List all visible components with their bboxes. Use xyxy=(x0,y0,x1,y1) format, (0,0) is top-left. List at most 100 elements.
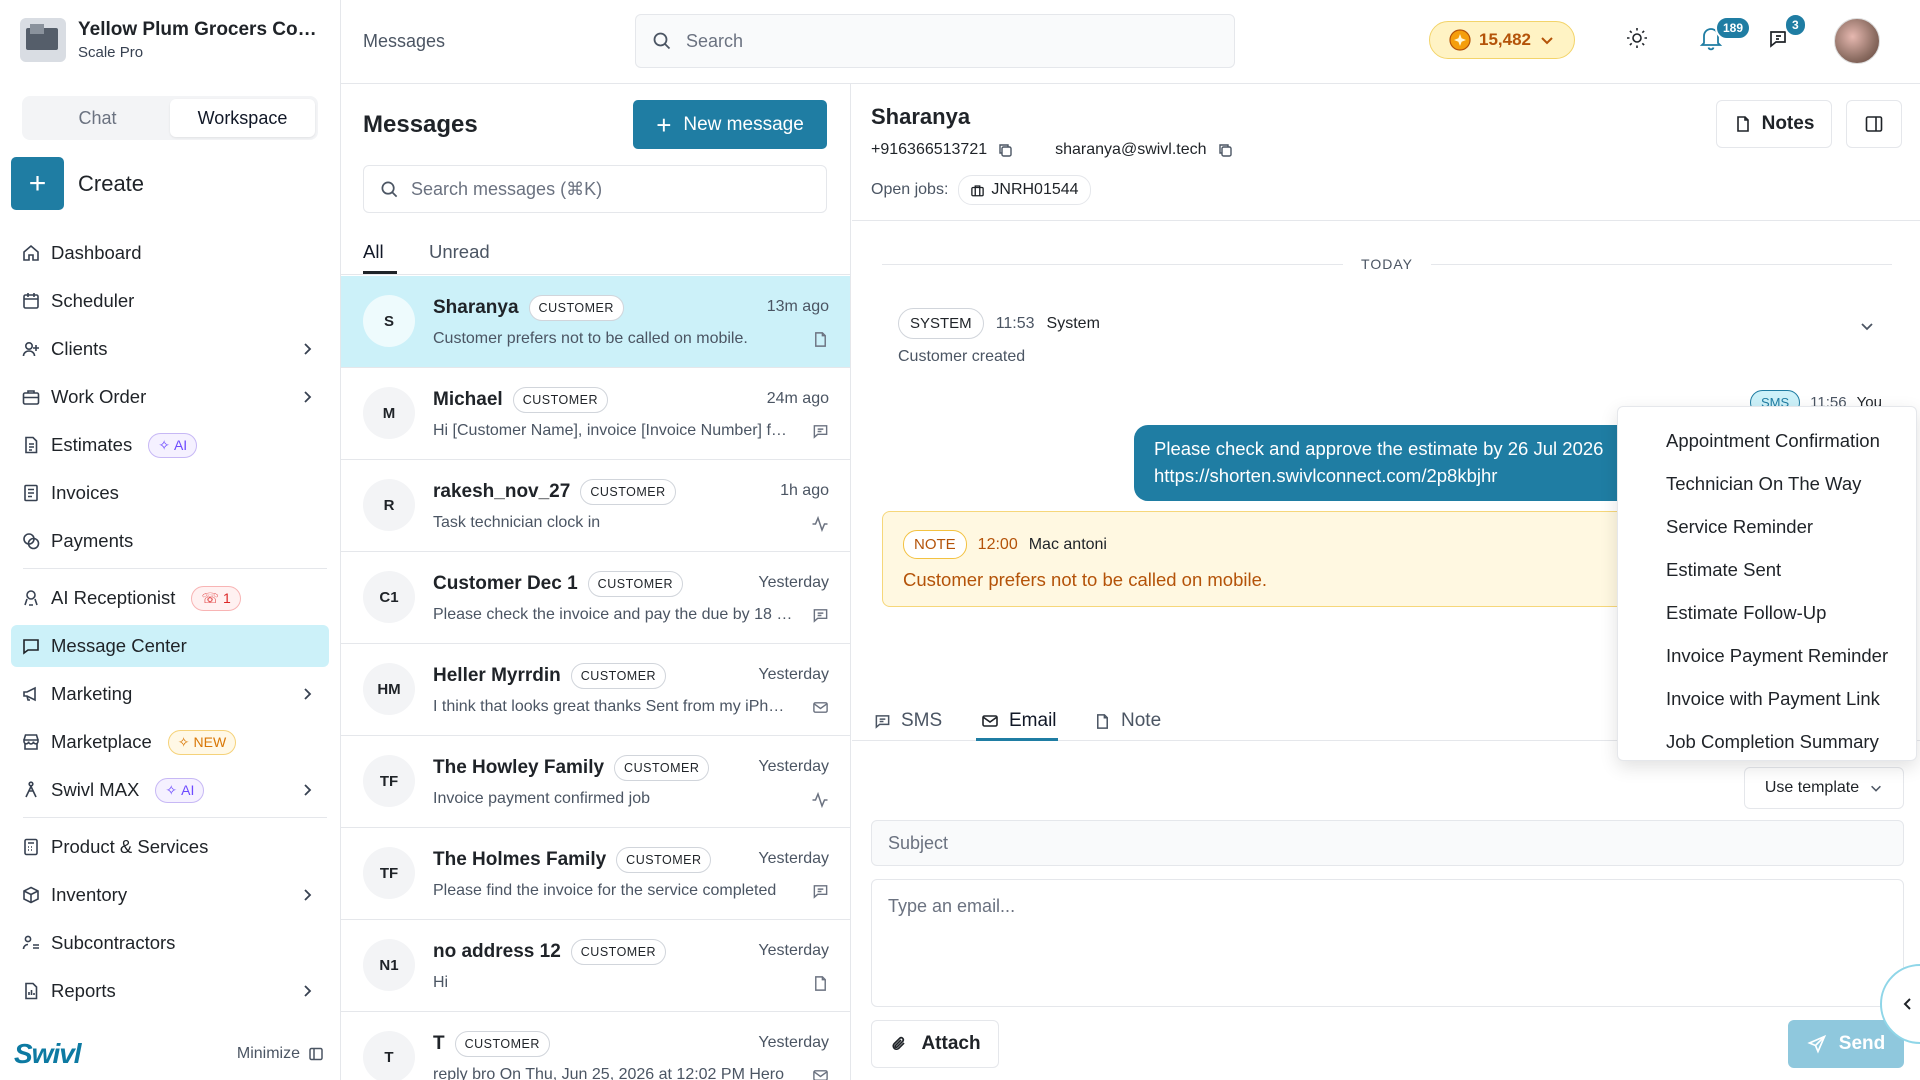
create-button[interactable]: + Create xyxy=(11,157,144,210)
job-id: JNRH01544 xyxy=(991,181,1079,198)
template-menu-item[interactable]: Service Reminder xyxy=(1618,505,1916,548)
sidebar-item-reports[interactable]: Reports xyxy=(11,970,329,1012)
sidebar-item-scheduler[interactable]: Scheduler xyxy=(11,280,329,322)
tab-email[interactable]: Email xyxy=(981,710,1057,732)
notes-button[interactable]: Notes xyxy=(1716,100,1832,148)
tab-sms[interactable]: SMS xyxy=(874,710,942,732)
message-time: Yesterday xyxy=(758,758,829,775)
sidebar-item-label: Reports xyxy=(51,980,116,1001)
conversation-list: S Sharanya CUSTOMER 13m ago Customer prefers… xyxy=(341,276,850,1080)
sidebar-item-message-center[interactable]: Message Center xyxy=(11,625,329,667)
mode-tab-chat[interactable]: Chat xyxy=(25,99,170,137)
sidebar-item-clients[interactable]: Clients xyxy=(11,328,329,370)
tab-note[interactable]: Note xyxy=(1094,710,1161,732)
contact-name: T xyxy=(433,1033,445,1054)
contact-name-line: rakesh_nov_27 CUSTOMER xyxy=(433,479,676,505)
global-search-input[interactable]: Search xyxy=(635,14,1235,68)
job-chip[interactable]: JNRH01544 xyxy=(958,175,1091,205)
copy-icon[interactable] xyxy=(1217,142,1233,158)
customer-tag: CUSTOMER xyxy=(570,663,667,689)
new-message-button[interactable]: + New message xyxy=(633,100,827,149)
open-jobs: Open jobs: JNRH01544 xyxy=(871,175,1091,205)
message-preview: I think that looks great thanks Sent fro… xyxy=(433,698,793,715)
activity-icon xyxy=(811,791,829,809)
file-icon xyxy=(1094,713,1111,730)
sidebar-item-swivl-max[interactable]: Swivl MAX ✧ AI xyxy=(11,769,329,811)
mode-tab-workspace[interactable]: Workspace xyxy=(170,99,315,137)
sidebar-item-payments[interactable]: Payments xyxy=(11,520,329,562)
use-template-dropdown[interactable]: Use template xyxy=(1744,767,1904,809)
contact-name-line: Michael CUSTOMER xyxy=(433,387,609,413)
megaphone-icon xyxy=(21,684,41,704)
tab-label: SMS xyxy=(901,710,943,731)
notifications-count: 189 xyxy=(1715,16,1752,40)
conversation-row[interactable]: TF The Howley Family CUSTOMER Yesterday Invo… xyxy=(341,736,850,828)
copy-icon[interactable] xyxy=(997,142,1013,158)
system-chip: SYSTEM xyxy=(898,308,984,339)
store-icon xyxy=(21,732,41,752)
template-menu-item[interactable]: Invoice with Payment Link xyxy=(1618,677,1916,720)
theme-toggle-sun-icon[interactable] xyxy=(1625,26,1649,50)
tab-unread[interactable]: Unread xyxy=(429,241,490,263)
message-preview: Hi [Customer Name], invoice [Invoice Num… xyxy=(433,422,793,439)
briefcase-icon xyxy=(970,183,985,198)
sidebar-item-work-order[interactable]: Work Order xyxy=(11,376,329,418)
coins-balance-button[interactable]: 15,482 xyxy=(1429,21,1575,59)
message-time: Yesterday xyxy=(758,1034,829,1051)
message-time: Yesterday xyxy=(758,850,829,867)
mail-icon xyxy=(981,712,999,730)
attach-button[interactable]: Attach xyxy=(871,1020,999,1068)
sidebar-item-subcontractors[interactable]: Subcontractors xyxy=(11,922,329,964)
contact-name: no address 12 xyxy=(433,941,561,962)
conversation-row[interactable]: TF The Holmes Family CUSTOMER Yesterday Plea… xyxy=(341,828,850,920)
coin-icon xyxy=(1449,29,1471,51)
conversation-row[interactable]: S Sharanya CUSTOMER 13m ago Customer prefers… xyxy=(341,276,850,368)
sidebar-item-marketing[interactable]: Marketing xyxy=(11,673,329,715)
toggle-side-panel-button[interactable] xyxy=(1846,100,1902,148)
minimize-button[interactable]: Minimize xyxy=(237,1045,324,1063)
system-event-text: Customer created xyxy=(898,348,1026,365)
conversation-row[interactable]: N1 no address 12 CUSTOMER Yesterday Hi xyxy=(341,920,850,1012)
divider xyxy=(23,817,327,818)
contact-avatar: N1 xyxy=(363,939,415,991)
template-menu-item[interactable]: Appointment Confirmation xyxy=(1618,419,1916,462)
sidebar-item-dashboard[interactable]: Dashboard xyxy=(11,232,329,274)
tab-label: Note xyxy=(1121,710,1162,731)
org-switcher[interactable]: Yellow Plum Grocers Com... Scale Pro xyxy=(20,18,328,62)
customer-tag: CUSTOMER xyxy=(528,295,624,321)
message-search-input[interactable]: Search messages (⌘K) xyxy=(363,165,827,213)
conversation-row[interactable]: T T CUSTOMER Yesterday reply bro On Thu, Jun… xyxy=(341,1012,850,1080)
template-menu-item[interactable]: Invoice Payment Reminder xyxy=(1618,634,1916,677)
template-menu-item[interactable]: Estimate Sent xyxy=(1618,548,1916,591)
email-body-textarea[interactable]: Type an email... xyxy=(871,879,1904,1007)
tab-all[interactable]: All xyxy=(363,241,384,263)
conversation-row[interactable]: M Michael CUSTOMER 24m ago Hi [Customer Name… xyxy=(341,368,850,460)
conversation-row[interactable]: C1 Customer Dec 1 CUSTOMER Yesterday Please … xyxy=(341,552,850,644)
template-menu-item[interactable]: Job Completion Summary xyxy=(1618,720,1916,763)
conversation-row[interactable]: Rrakesh_nov_27 CUSTOMER 1h ago Task technic… xyxy=(341,460,850,552)
document-icon xyxy=(21,435,41,455)
sidebar-item-ai-receptionist[interactable]: AI Receptionist ☏ 1 xyxy=(11,577,329,619)
conversation-row[interactable]: HM Heller Myrrdin CUSTOMER Yesterday I think… xyxy=(341,644,850,736)
chevron-down-icon[interactable] xyxy=(1859,318,1875,334)
sidebar-item-product-services[interactable]: Product & Services xyxy=(11,826,329,868)
note-icon xyxy=(812,331,829,348)
sidebar-item-marketplace[interactable]: Marketplace ✧ NEW xyxy=(11,721,329,763)
subject-input[interactable]: Subject xyxy=(871,820,1904,866)
contact-name: Michael xyxy=(433,389,503,410)
template-menu-item[interactable]: Technician On The Way xyxy=(1618,462,1916,505)
sidebar-item-invoices[interactable]: Invoices xyxy=(11,472,329,514)
search-icon xyxy=(652,31,672,51)
customer-tag: CUSTOMER xyxy=(570,939,667,965)
sidebar-item-inventory[interactable]: Inventory xyxy=(11,874,329,916)
sidebar-item-label: Estimates xyxy=(51,434,133,455)
sidebar-item-estimates[interactable]: Estimates ✧ AI xyxy=(11,424,329,466)
send-label: Send xyxy=(1838,1033,1886,1054)
chevron-right-icon xyxy=(299,341,315,357)
customer-tag: CUSTOMER xyxy=(616,847,712,873)
user-avatar[interactable] xyxy=(1834,18,1880,64)
template-menu-item[interactable]: Estimate Follow-Up xyxy=(1618,591,1916,634)
day-divider: TODAY xyxy=(882,256,1892,272)
active-tab-indicator xyxy=(363,271,397,274)
minimize-label: Minimize xyxy=(236,1045,300,1062)
